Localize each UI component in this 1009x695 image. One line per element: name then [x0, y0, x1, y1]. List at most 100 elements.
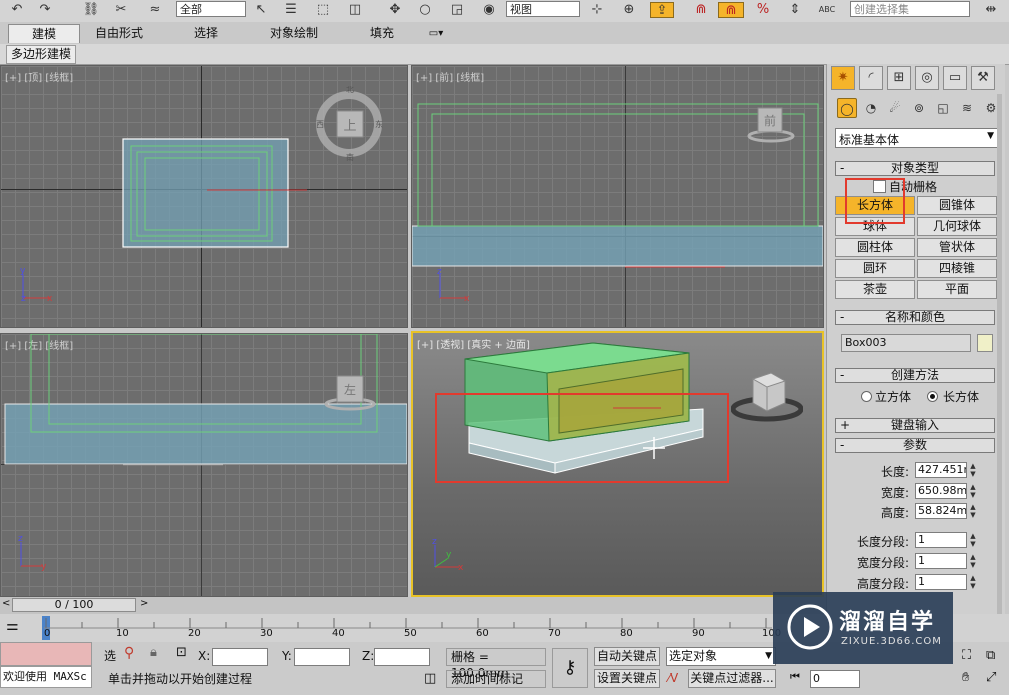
window-crossing-icon[interactable]: ◫ — [344, 2, 366, 18]
named-selection-dropdown[interactable]: 创建选择集 — [850, 1, 970, 17]
cube-radio[interactable] — [861, 391, 872, 402]
tube-button[interactable]: 管状体 — [917, 238, 997, 257]
display-tab-icon[interactable]: ▭ — [943, 66, 967, 90]
viewport-top[interactable]: [+] [顶] [线框] 上 北 南 西 东 y x z — [0, 65, 408, 328]
spinner-arrows-icon[interactable]: ▲ ▼ — [969, 532, 977, 548]
reference-coordinate-icon[interactable]: ◉ — [478, 2, 500, 18]
cone-button[interactable]: 圆锥体 — [917, 196, 997, 215]
selection-filter-dropdown[interactable]: 全部 — [176, 1, 246, 17]
tab-freeform[interactable]: 自由形式 — [82, 24, 156, 43]
hierarchy-tab-icon[interactable]: ⊞ — [887, 66, 911, 90]
create-tab-icon[interactable]: ✷ — [831, 66, 855, 90]
rollout-keyboard-entry[interactable]: + 键盘输入 — [835, 418, 995, 433]
zoom-extents-icon[interactable]: ⛶ — [962, 648, 971, 663]
spinner-arrows-icon[interactable]: ▲ ▼ — [969, 553, 977, 569]
viewcube-left[interactable]: 左 — [323, 372, 377, 412]
rollout-creation-method[interactable]: - 创建方法 — [835, 368, 995, 383]
undo-icon[interactable]: ↶ — [6, 2, 28, 18]
height-segs-spinner[interactable]: 1 — [915, 574, 967, 590]
edit-named-selection-icon[interactable]: ABC — [816, 2, 838, 18]
space-warps-icon[interactable]: ≋ — [957, 98, 977, 118]
unlink-icon[interactable]: ✂ — [110, 2, 132, 18]
shapes-icon[interactable]: ◔ — [861, 98, 881, 118]
link-icon[interactable]: ⛓ — [80, 2, 102, 18]
pyramid-button[interactable]: 四棱锥 — [917, 259, 997, 278]
move-icon[interactable]: ✥ — [384, 2, 406, 18]
cameras-icon[interactable]: ⊚ — [909, 98, 929, 118]
tab-object-paint[interactable]: 对象绘制 — [256, 24, 332, 43]
helpers-icon[interactable]: ◱ — [933, 98, 953, 118]
width-segs-spinner[interactable]: 1 — [915, 553, 967, 569]
keyboard-shortcut-toggle-icon[interactable]: ⇪ — [650, 2, 674, 18]
spinner-arrows-icon[interactable]: ▲ ▼ — [969, 503, 977, 519]
go-to-start-icon[interactable]: ⏮ — [790, 670, 800, 684]
next-frame-icon[interactable]: > — [140, 598, 148, 609]
tab-populate[interactable]: 填充 — [350, 24, 414, 43]
teapot-button[interactable]: 茶壶 — [835, 280, 915, 299]
pin-icon[interactable]: ⚲ — [124, 645, 134, 661]
geosphere-button[interactable]: 几何球体 — [917, 217, 997, 236]
category-dropdown[interactable]: 标准基本体 ▼ — [835, 128, 999, 148]
key-filter-icon[interactable]: ⁄V — [668, 671, 678, 685]
cylinder-button[interactable]: 圆柱体 — [835, 238, 915, 257]
auto-key-button[interactable]: 自动关键点 — [594, 647, 660, 666]
z-coordinate-field[interactable] — [374, 648, 430, 666]
lock-icon[interactable]: 🔒︎ — [150, 645, 157, 660]
tab-modeling[interactable]: 建模 — [8, 24, 80, 43]
zoom-all-icon[interactable]: ⧉ — [986, 648, 995, 663]
ribbon-options-icon[interactable]: ▭▾ — [422, 24, 450, 43]
select-object-icon[interactable]: ↖ — [250, 2, 272, 18]
rotate-icon[interactable]: ○ — [414, 2, 436, 18]
box-radio[interactable] — [927, 391, 938, 402]
length-spinner[interactable]: 427.451m — [915, 462, 967, 478]
key-filters-button[interactable]: 关键点过滤器... — [688, 669, 776, 688]
time-slider[interactable]: < 0 / 100 > — [0, 597, 826, 614]
height-spinner[interactable]: 58.824mm — [915, 503, 967, 519]
rectangular-selection-icon[interactable]: ⬚ — [312, 2, 334, 18]
spinner-arrows-icon[interactable]: ▲ ▼ — [969, 483, 977, 499]
absolute-mode-icon[interactable]: ⊡ — [176, 645, 187, 660]
torus-button[interactable]: 圆环 — [835, 259, 915, 278]
pivot-center-icon[interactable]: ⊹ — [586, 2, 608, 18]
current-frame-field[interactable]: 0 — [810, 670, 860, 688]
spinner-snap-icon[interactable]: ⇕ — [784, 2, 806, 18]
select-by-name-icon[interactable]: ☰ — [280, 2, 302, 18]
polygon-modeling-tab[interactable]: 多边形建模 — [6, 45, 77, 64]
add-time-tag-button[interactable]: 添加时间标记 — [446, 670, 546, 688]
frame-counter[interactable]: 0 / 100 — [12, 598, 136, 612]
reference-coordinate-dropdown[interactable]: 视图 — [506, 1, 580, 17]
utilities-tab-icon[interactable]: ⚒ — [971, 66, 995, 90]
length-segs-spinner[interactable]: 1 — [915, 532, 967, 548]
geometry-icon[interactable]: ◯ — [837, 98, 857, 118]
rollout-name-color[interactable]: - 名称和颜色 — [835, 310, 995, 325]
viewcube-top[interactable]: 上 北 南 西 东 — [313, 86, 385, 164]
bind-spacewarp-icon[interactable]: ≈ — [142, 2, 168, 18]
lights-icon[interactable]: ☄ — [885, 98, 905, 118]
maxscript-listener-top[interactable] — [0, 642, 92, 666]
viewcube-front[interactable]: 前 — [746, 104, 796, 144]
pan-icon[interactable]: ✋︎ — [962, 670, 969, 685]
mirror-icon[interactable]: ⇹ — [980, 2, 1002, 18]
maximize-viewport-icon[interactable]: ⤢ — [986, 670, 996, 685]
rollout-parameters[interactable]: - 参数 — [835, 438, 995, 453]
y-coordinate-field[interactable] — [294, 648, 350, 666]
angle-snap-icon[interactable]: ⋒ — [718, 2, 744, 18]
spinner-arrows-icon[interactable]: ▲ ▼ — [969, 462, 977, 478]
redo-icon[interactable]: ↷ — [34, 2, 56, 18]
key-mode-dropdown[interactable]: 选定对象 ▼ — [666, 647, 776, 666]
rollout-object-type[interactable]: - 对象类型 — [835, 161, 995, 176]
panel-scrollbar[interactable] — [997, 94, 1002, 634]
tab-selection[interactable]: 选择 — [176, 24, 236, 43]
spinner-arrows-icon[interactable]: ▲ ▼ — [969, 574, 977, 590]
width-spinner[interactable]: 650.98mm — [915, 483, 967, 499]
scale-icon[interactable]: ◲ — [446, 2, 468, 18]
viewport-left[interactable]: [+] [左] [线框] 左 z y — [0, 333, 408, 597]
percent-snap-icon[interactable]: % — [752, 2, 774, 18]
select-manipulate-icon[interactable]: ⊕ — [618, 2, 640, 18]
viewcube-perspective[interactable] — [731, 369, 803, 425]
prev-frame-icon[interactable]: < — [2, 598, 10, 609]
key-icon[interactable]: ⚷ — [552, 648, 588, 688]
viewport-front[interactable]: [+] [前] [线框] 前 z x — [411, 65, 824, 328]
snap-toggle-icon[interactable]: ⋒ — [690, 2, 712, 18]
motion-tab-icon[interactable]: ◎ — [915, 66, 939, 90]
